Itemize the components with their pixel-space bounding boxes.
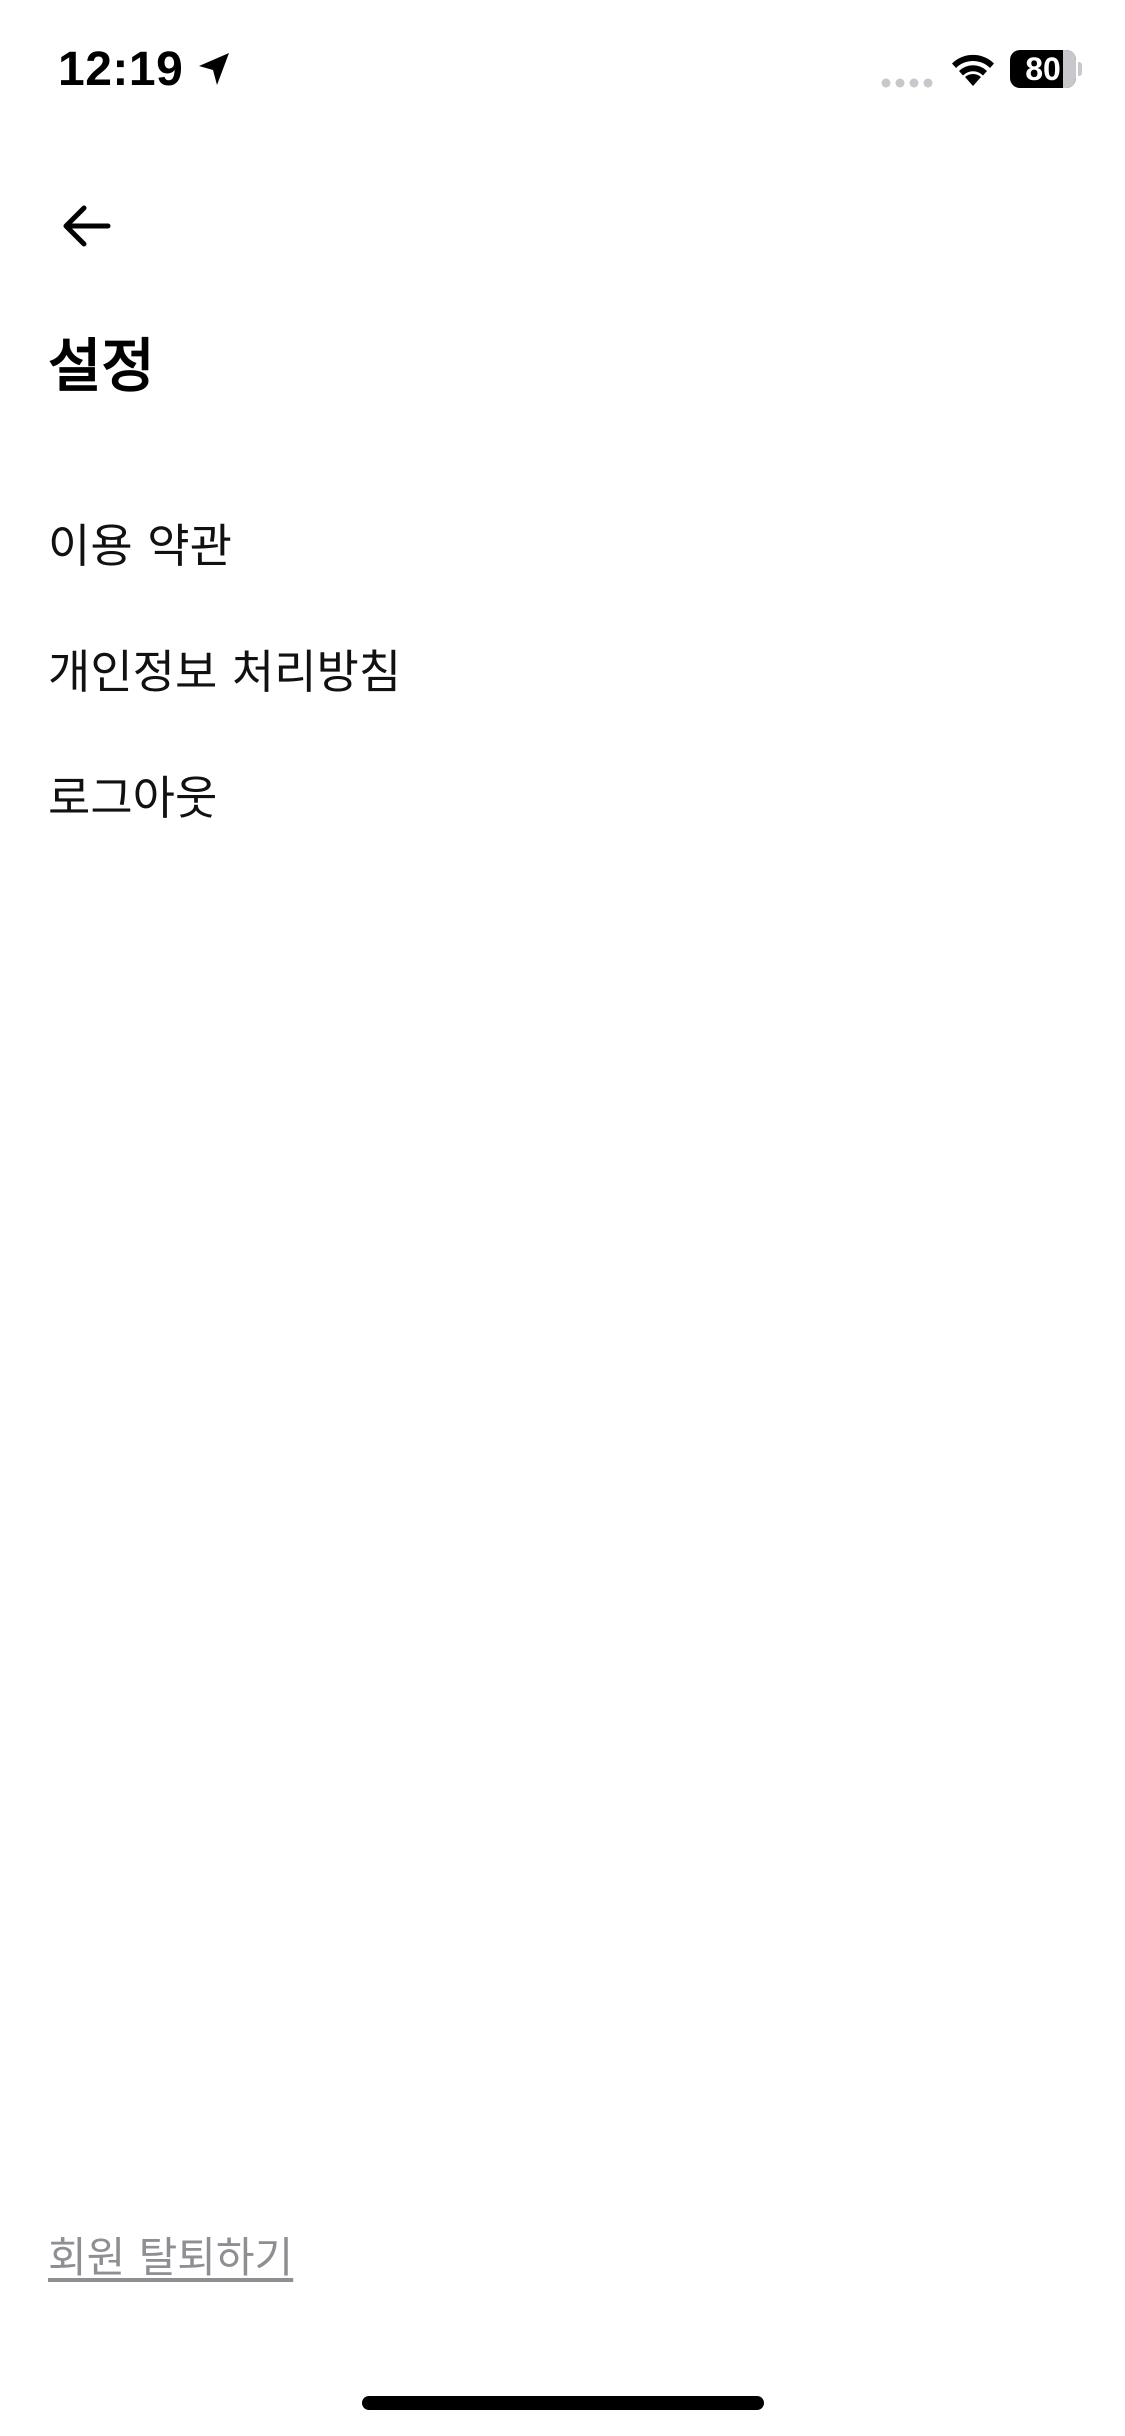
menu-item-logout[interactable]: 로그아웃 <box>0 732 1125 858</box>
withdraw-account-link[interactable]: 회원 탈퇴하기 <box>48 2228 293 2288</box>
battery-tip <box>1078 62 1082 76</box>
wifi-icon <box>948 50 998 88</box>
status-time: 12:19 <box>58 42 184 96</box>
settings-menu: 이용 약관 개인정보 처리방침 로그아웃 <box>0 480 1125 858</box>
battery-body: 80 <box>1010 50 1076 88</box>
battery-level: 80 <box>1025 51 1061 87</box>
arrow-left-icon <box>63 205 111 247</box>
battery-icon: 80 <box>1010 50 1082 88</box>
menu-item-label: 로그아웃 <box>48 771 218 825</box>
location-arrow-icon <box>195 49 235 89</box>
cellular-signal-icon <box>880 74 936 88</box>
status-bar: 12:19 80 <box>0 0 1125 140</box>
menu-item-label: 개인정보 처리방침 <box>48 645 402 699</box>
home-indicator[interactable] <box>362 2396 764 2410</box>
menu-item-label: 이용 약관 <box>48 519 232 573</box>
menu-item-terms[interactable]: 이용 약관 <box>0 480 1125 606</box>
page-title: 설정 <box>48 332 155 400</box>
back-button[interactable] <box>46 186 126 266</box>
menu-item-privacy-policy[interactable]: 개인정보 처리방침 <box>0 606 1125 732</box>
status-time-group: 12:19 <box>58 38 235 100</box>
